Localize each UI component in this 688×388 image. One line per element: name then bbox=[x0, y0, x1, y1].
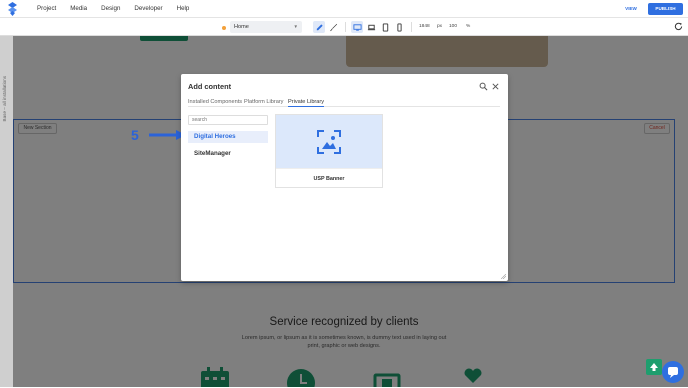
installation-label: Base – all installations bbox=[2, 76, 7, 122]
chat-icon bbox=[668, 367, 678, 378]
laptop-view-icon[interactable] bbox=[365, 21, 377, 33]
scroll-to-top-button[interactable] bbox=[646, 359, 662, 375]
page-select-value: Home bbox=[234, 24, 249, 30]
card-thumbnail bbox=[276, 115, 382, 168]
brush-icon[interactable] bbox=[327, 21, 339, 33]
chevron-down-icon: ▼ bbox=[293, 24, 298, 29]
refresh-icon[interactable] bbox=[674, 22, 683, 31]
modal-title: Add content bbox=[188, 82, 232, 91]
tab-private-library[interactable]: Private Library bbox=[288, 98, 325, 107]
step-number-annotation: 5 bbox=[131, 127, 139, 143]
toolbar-divider bbox=[411, 22, 412, 32]
view-button[interactable]: VIEW bbox=[618, 4, 644, 14]
main-menu: Project Media Design Developer Help bbox=[37, 4, 203, 14]
tab-installed-components[interactable]: Installed Components bbox=[188, 98, 242, 107]
card-label: USP Banner bbox=[276, 168, 382, 188]
menu-item-design[interactable]: Design bbox=[101, 4, 120, 14]
zoom-unit: % bbox=[466, 24, 471, 29]
mobile-view-icon[interactable] bbox=[393, 21, 405, 33]
canvas-width-unit: px bbox=[437, 24, 443, 29]
menu-item-project[interactable]: Project bbox=[37, 4, 56, 14]
publish-button[interactable]: PUBLISH bbox=[648, 3, 683, 15]
menu-item-help[interactable]: Help bbox=[177, 4, 190, 14]
tab-platform-library[interactable]: Platform Library bbox=[244, 98, 283, 107]
library-search-input[interactable] bbox=[188, 115, 268, 125]
library-item-sitemanager[interactable]: SiteManager bbox=[188, 148, 268, 160]
page-select[interactable]: Home ▼ bbox=[230, 21, 302, 33]
resize-handle-icon[interactable] bbox=[501, 274, 506, 279]
library-item-digital-heroes[interactable]: Digital Heroes bbox=[188, 131, 268, 143]
zoom-input[interactable]: 100 bbox=[449, 22, 457, 32]
edit-mode-icon[interactable] bbox=[313, 21, 325, 33]
image-icon bbox=[317, 129, 341, 154]
tablet-view-icon[interactable] bbox=[379, 21, 391, 33]
search-icon[interactable] bbox=[479, 82, 488, 91]
canvas-width-input[interactable]: 1848 bbox=[419, 22, 430, 32]
toolbar-divider bbox=[345, 22, 346, 32]
close-icon[interactable] bbox=[491, 82, 500, 91]
menu-item-media[interactable]: Media bbox=[70, 4, 87, 14]
modal-tabs: Installed Components Platform Library Pr… bbox=[188, 98, 500, 107]
desktop-view-icon[interactable] bbox=[351, 21, 363, 33]
unsaved-indicator-icon bbox=[222, 26, 226, 30]
left-vertical-panel: Base – all installations bbox=[0, 36, 13, 387]
menu-item-developer[interactable]: Developer bbox=[134, 4, 162, 14]
editor-toolbar bbox=[0, 18, 688, 36]
arrow-up-icon bbox=[650, 363, 658, 371]
chat-button[interactable] bbox=[662, 361, 684, 383]
top-bar: Project Media Design Developer Help VIEW… bbox=[0, 0, 688, 18]
component-card[interactable]: USP Banner bbox=[275, 114, 383, 188]
app-logo-icon[interactable] bbox=[7, 2, 18, 16]
